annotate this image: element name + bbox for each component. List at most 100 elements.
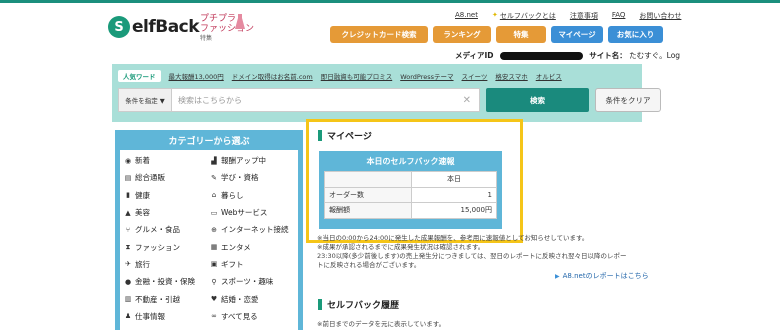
media-id-label: メディアID [455,51,494,60]
site-name-value: たむすぐ。Log [629,51,681,60]
category-item[interactable]: ♥ 結婚・恋愛 [209,290,295,307]
popular-word[interactable]: 最大報酬13,000円 [169,71,224,81]
category-item[interactable]: ▥ 不動産・引越 [123,290,209,307]
category-item[interactable]: ⊕ インターネット接続 [209,221,295,238]
eye-icon: ◉ [124,156,132,165]
category-item[interactable]: ▣ ギフト [209,256,295,273]
mypage-heading: マイページ [318,129,372,142]
category-item[interactable]: ◉ 新着 [123,152,209,169]
report-table: 本日 オーダー数 1 報酬額 15,000円 [324,171,497,219]
popular-word[interactable]: 格安スマホ [495,71,527,81]
search-placeholder: 検索はこちらから [178,95,242,105]
popular-word[interactable]: ドメイン取得はお名前.com [232,71,313,81]
today-report-panel: 本日のセルフバック速報 本日 オーダー数 1 報酬額 15,000円 [319,151,502,229]
special-button[interactable]: 特集 [496,26,546,43]
category-item[interactable]: ▤ 総合通販 [123,169,209,186]
site-name-label: サイト名： [589,51,627,60]
binoculars-icon: ∞ [211,312,217,321]
history-heading-text: セルフバック履歴 [327,301,400,311]
category-panel: カテゴリーから選ぶ ◉ 新着 ▟ 報酬アップ中 ▤ 総合通販 ✎ 学び・資格 ▮ 健康 ⌂… [115,130,303,330]
top-link-contact[interactable]: お問い合わせ [639,11,681,21]
category-item[interactable]: ⧗ ファッション [123,238,209,255]
table-cell [324,171,412,188]
category-label: 新着 [135,156,150,166]
top-links: A8.net ✦ セルフバックとは 注意事項 FAQ お問い合わせ [455,11,695,21]
gift-icon: ▣ [210,260,218,269]
globe-icon: ⊕ [211,225,217,234]
popular-word[interactable]: WordPressテーマ [400,71,453,81]
category-item[interactable]: ▮ 健康 [123,187,209,204]
category-label: 美容 [135,208,150,218]
history-note: ※前日までのデータを元に表示しています。 [317,320,446,328]
row-value: 15,000円 [411,202,497,219]
note-line: トに反映される場合がございます。 [317,261,421,269]
search-input[interactable]: 検索はこちらから ✕ [172,88,480,112]
category-item[interactable]: ▟ 報酬アップ中 [209,152,295,169]
logo-text: elfBack [132,17,200,37]
top-link-faq[interactable]: FAQ [612,11,626,21]
category-item[interactable]: ✈ 旅行 [123,256,209,273]
search-panel: 人気ワード 最大報酬13,000円 ドメイン取得はお名前.com 即日融資も可能… [112,64,661,122]
cosmetic-icon: ▲ [125,208,131,217]
triangle-right-icon: ▶ [555,273,560,280]
category-item[interactable]: ● 金融・投資・保険 [123,273,209,290]
note-line: 23:30以降(多少前後します)の売上発生分につきましては、翌日のレポートに反映… [317,252,627,260]
top-link-about[interactable]: セルフバックとは [500,11,556,21]
popular-word[interactable]: オルビス [536,71,562,81]
fork-icon: ⑂ [125,225,131,234]
popular-word[interactable]: 即日融資も可能プロミス [321,71,393,81]
note-line: ※成果が承認されるまでに成果発生状況は確認されます。 [317,243,485,251]
category-item[interactable]: ▦ エンタメ [209,238,295,255]
chart-icon: ▟ [211,156,217,165]
category-label: グルメ・食品 [135,225,180,235]
category-label: ギフト [221,259,244,269]
main-nav: クレジットカード検索 ランキング 特集 マイページ お気に入り [330,26,663,43]
category-label: エンタメ [221,242,251,252]
mypage-heading-text: マイページ [327,132,372,142]
popular-word[interactable]: スイーツ [462,71,488,81]
column-header: 本日 [411,171,497,188]
category-label: 報酬アップ中 [221,156,266,166]
selfback-logo[interactable]: S elfBack [108,16,200,38]
credit-card-search-button[interactable]: クレジットカード検索 [330,26,428,43]
top-link-notes[interactable]: 注意事項 [570,11,598,21]
clear-conditions-button[interactable]: 条件をクリア [595,88,661,112]
plane-icon: ✈ [125,260,131,269]
history-heading: セルフバック履歴 [318,298,399,311]
media-info: メディアID サイト名： たむすぐ。Log [455,50,680,61]
category-item[interactable]: ⚲ スポーツ・趣味 [209,273,295,290]
popular-label: 人気ワード [118,70,161,82]
a8-report-link[interactable]: ▶ A8.netのレポートはこちら [555,271,649,281]
logo-mark: S [108,16,130,38]
category-item[interactable]: ♟ 仕事情報 [123,308,209,325]
category-item[interactable]: ⑂ グルメ・食品 [123,221,209,238]
condition-select[interactable]: 条件を指定 ▼ [118,88,172,112]
category-title: カテゴリーから選ぶ [168,136,250,147]
category-label: 旅行 [135,259,150,269]
row-label: 報酬額 [324,202,412,219]
category-item[interactable]: ∞ すべて見る [209,308,295,325]
row-value: 1 [411,186,497,203]
category-label: ファッション [135,242,180,252]
search-row: 条件を指定 ▼ 検索はこちらから ✕ 検索 条件をクリア [118,88,661,112]
row-label: オーダー数 [324,186,412,203]
category-item[interactable]: ⌂ 暮らし [209,187,295,204]
category-label: 結婚・恋愛 [221,294,259,304]
category-item[interactable]: ▭ Webサービス [209,204,295,221]
category-label: Webサービス [221,208,268,218]
ranking-button[interactable]: ランキング [433,26,491,43]
search-button[interactable]: 検索 [486,88,589,112]
category-item[interactable]: ▲ 美容 [123,204,209,221]
favorites-button[interactable]: お気に入り [608,26,663,43]
pencil-icon: ✎ [211,173,217,182]
mypage-button[interactable]: マイページ [551,26,603,43]
table-row: 報酬額 15,000円 [324,202,497,219]
category-label: インターネット接続 [221,225,289,235]
clear-input-icon[interactable]: ✕ [463,95,471,106]
table-row: 本日 [324,171,497,188]
monitor-icon: ▭ [210,208,218,217]
category-item[interactable]: ✎ 学び・資格 [209,169,295,186]
bottle-icon: ▮ [126,191,130,200]
top-link-a8net[interactable]: A8.net [455,11,478,21]
dress-icon [235,14,245,29]
